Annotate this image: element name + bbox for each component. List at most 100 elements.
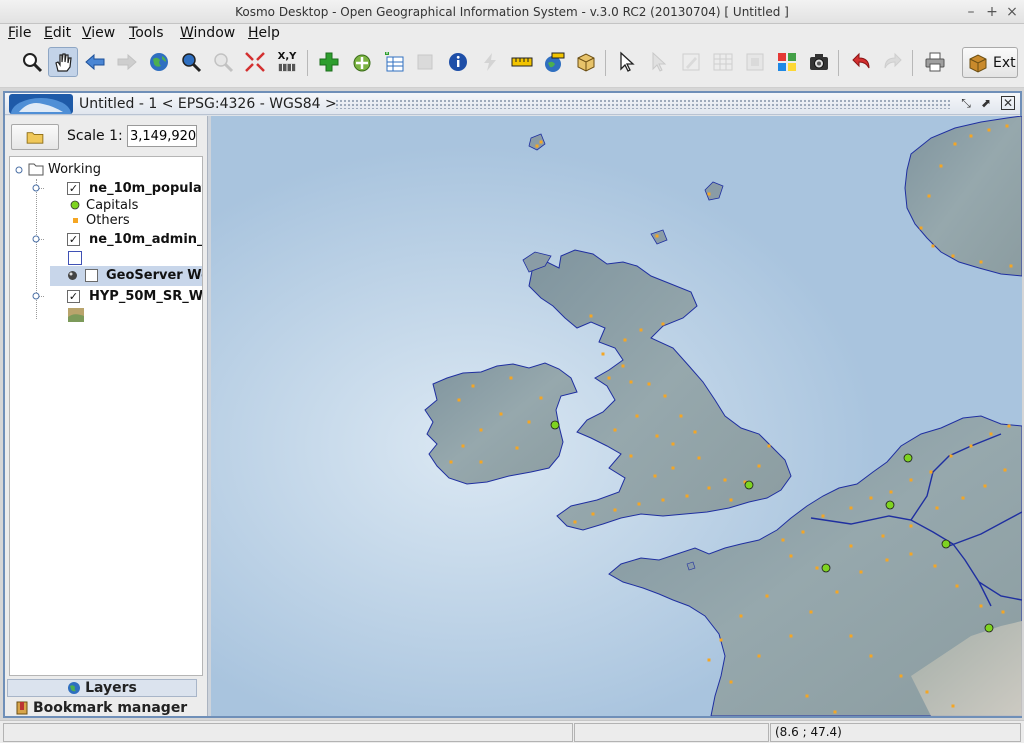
city-point (613, 428, 617, 432)
layer-visibility-checkbox[interactable] (85, 269, 98, 282)
city-point (607, 376, 611, 380)
city-point (821, 514, 825, 518)
map-svg (211, 116, 1022, 716)
frame-close-icon[interactable]: ✕ (1001, 96, 1015, 110)
expand-handle-icon[interactable] (32, 184, 40, 192)
tree-root-row[interactable]: Working (10, 161, 200, 179)
city-point (613, 508, 617, 512)
city-point (919, 226, 923, 230)
legend-raster-row (10, 306, 200, 324)
map-canvas[interactable] (211, 116, 1022, 716)
measure-ruler-icon[interactable] (507, 47, 537, 77)
tab-layers[interactable]: Layers (7, 679, 197, 697)
layer-tree: Working ✓ ne_10m_populat Capitals Others (9, 156, 203, 676)
layer-visibility-checkbox[interactable]: ✓ (67, 233, 80, 246)
edit-select-pointer-icon[interactable] (644, 47, 674, 77)
zoom-to-selection-icon[interactable] (208, 47, 238, 77)
city-point (927, 194, 931, 198)
menu-file[interactable]: File (8, 25, 31, 41)
capital-symbol-icon (70, 200, 80, 210)
city-point (719, 638, 723, 642)
expand-handle-icon[interactable] (15, 166, 23, 174)
menu-help[interactable]: Help (248, 25, 280, 41)
next-extent-arrow-icon[interactable] (112, 47, 142, 77)
properties-icon[interactable] (740, 47, 770, 77)
measure-area-icon[interactable] (539, 47, 569, 77)
city-point (757, 654, 761, 658)
minimize-button[interactable]: – (962, 3, 980, 21)
city-point (805, 694, 809, 698)
scale-input[interactable] (127, 125, 197, 147)
city-point (457, 398, 461, 402)
undo-arrow-icon[interactable] (846, 47, 876, 77)
zoom-to-layer-icon[interactable] (176, 47, 206, 77)
open-project-button[interactable] (11, 124, 59, 150)
attribute-table-grid-icon[interactable] (708, 47, 738, 77)
city-point (623, 338, 627, 342)
city-point (869, 496, 873, 500)
city-point (909, 552, 913, 556)
city-point (729, 498, 733, 502)
add-layer-plus-icon[interactable] (314, 47, 344, 77)
city-point (1005, 124, 1009, 128)
city-point (951, 704, 955, 708)
layer-row-admin[interactable]: ✓ ne_10m_admin_0 (10, 231, 202, 249)
exit-label: Ext (993, 54, 1016, 71)
window-title: Kosmo Desktop - Open Geographical Inform… (235, 5, 789, 19)
maximize-button[interactable]: + (983, 3, 1001, 21)
database-tools-box-icon[interactable] (571, 47, 601, 77)
city-point (815, 566, 819, 570)
layer-visibility-checkbox[interactable]: ✓ (67, 290, 80, 303)
go-to-coordinate-icon[interactable]: X,Y (272, 47, 302, 77)
hyperlink-lightning-icon[interactable] (475, 47, 505, 77)
city-point (1007, 424, 1011, 428)
frame-maximize-icon[interactable]: ⬈ (979, 96, 993, 110)
city-symbol-icon (73, 218, 78, 223)
zoom-to-scale-arrows-icon[interactable] (240, 47, 270, 77)
city-point (757, 464, 761, 468)
city-point (781, 538, 785, 542)
expand-handle-icon[interactable] (32, 235, 40, 243)
city-point (629, 380, 633, 384)
city-point (765, 594, 769, 598)
layer-row-geoserver[interactable]: GeoServer We (10, 267, 202, 285)
city-point (449, 460, 453, 464)
add-database-layer-icon[interactable] (347, 47, 377, 77)
remove-layer-icon[interactable] (410, 47, 440, 77)
city-point (461, 444, 465, 448)
menu-tools[interactable]: Tools (129, 25, 164, 41)
print-printer-icon[interactable] (920, 47, 950, 77)
menu-window[interactable]: Window (180, 25, 235, 41)
full-extent-globe-icon[interactable] (144, 47, 174, 77)
previous-extent-arrow-icon[interactable] (80, 47, 110, 77)
close-button[interactable]: × (1003, 3, 1021, 21)
city-point (987, 128, 991, 132)
edit-feature-pencil-icon[interactable] (676, 47, 706, 77)
tab-bookmarks[interactable]: Bookmark manager (15, 699, 187, 717)
capital-point (984, 623, 994, 633)
exit-button[interactable]: Ext (962, 47, 1018, 78)
title-bar: Kosmo Desktop - Open Geographical Inform… (0, 0, 1024, 24)
toolbar-separator (307, 50, 308, 76)
frame-title-bar[interactable]: Untitled - 1 < EPSG:4326 - WGS84 > ⤡ ⬈ ✕ (5, 93, 1020, 115)
select-pointer-icon[interactable] (612, 47, 642, 77)
expand-handle-icon[interactable] (32, 292, 40, 300)
info-icon[interactable] (443, 47, 473, 77)
layer-row-hypsometry[interactable]: ✓ HYP_50M_SR_W (10, 288, 202, 306)
zoom-in-tool-icon[interactable] (17, 47, 47, 77)
redo-arrow-icon[interactable] (878, 47, 908, 77)
layer-visibility-checkbox[interactable]: ✓ (67, 182, 80, 195)
city-point (671, 442, 675, 446)
legend-palette-icon[interactable] (772, 47, 802, 77)
layer-row-population[interactable]: ✓ ne_10m_populat (10, 180, 202, 198)
frame-minimize-icon[interactable]: ⤡ (959, 96, 973, 110)
menu-view[interactable]: View (82, 25, 115, 41)
add-table-icon[interactable] (379, 47, 409, 77)
capture-snapshot-camera-icon[interactable] (804, 47, 834, 77)
pan-hand-icon[interactable] (48, 47, 78, 77)
city-point (515, 446, 519, 450)
city-point (809, 610, 813, 614)
menu-edit[interactable]: Edit (44, 25, 71, 41)
city-point (685, 494, 689, 498)
capital-point (821, 563, 831, 573)
